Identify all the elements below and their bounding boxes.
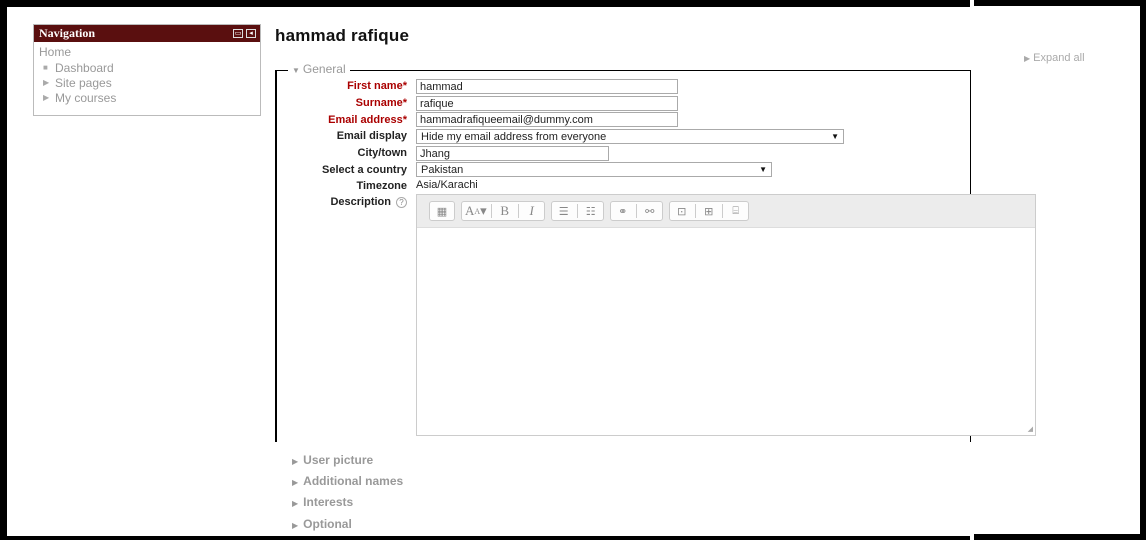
nav-item-label: Site pages xyxy=(55,75,112,90)
country-value: Pakistan xyxy=(421,163,464,176)
section-user-picture[interactable]: ▶ User picture xyxy=(292,453,373,467)
navigation-header: Navigation ▭ ◂ xyxy=(34,25,260,42)
surname-field[interactable] xyxy=(416,96,678,111)
required-icon: * xyxy=(402,114,407,126)
expand-arrow-icon: ▶ xyxy=(292,478,299,487)
toolbar-separator xyxy=(576,204,578,218)
expand-arrow-icon: ▶ xyxy=(292,521,299,530)
description-editor: ▦ A A ▾ B I ☰ ☷ ⚭ ⚯ ⊡ ⊞ ⌸ ◢ xyxy=(416,194,1036,436)
ordered-list-icon[interactable]: ☷ xyxy=(582,203,600,219)
expand-arrow-icon: ▶ xyxy=(43,78,50,87)
country-label: Select a country xyxy=(322,164,407,176)
email-display-value: Hide my email address from everyone xyxy=(421,130,607,143)
section-optional[interactable]: ▶ Optional xyxy=(292,517,352,531)
toolbar-group: A A ▾ B I xyxy=(461,201,545,221)
country-select[interactable]: Pakistan ▼ xyxy=(416,162,772,177)
section-label: Interests xyxy=(303,495,354,509)
toolbar-separator xyxy=(721,204,723,218)
email-field[interactable] xyxy=(416,112,678,127)
required-icon: * xyxy=(402,97,407,109)
required-icon: * xyxy=(402,80,407,92)
email-display-label: Email display xyxy=(336,130,407,142)
first-name-label: First name* xyxy=(347,80,407,92)
image-icon[interactable]: ⊡ xyxy=(673,203,691,219)
section-label: Additional names xyxy=(303,474,404,488)
media-icon[interactable]: ⊞ xyxy=(700,203,718,219)
nav-item-my-courses[interactable]: ▶ My courses xyxy=(39,90,255,105)
nav-home-link[interactable]: Home xyxy=(39,45,255,59)
square-bullet-icon: ■ xyxy=(43,63,48,72)
section-interests[interactable]: ▶ Interests xyxy=(292,495,353,509)
dock-icon[interactable]: ▭ xyxy=(233,29,243,38)
collapse-icon[interactable]: ◂ xyxy=(246,29,256,38)
toolbar-separator xyxy=(635,204,637,218)
expand-arrow-icon: ▶ xyxy=(1024,54,1031,63)
email-label: Email address* xyxy=(328,114,407,126)
toolbar-group: ⊡ ⊞ ⌸ xyxy=(668,201,749,221)
help-icon[interactable]: ? xyxy=(396,196,407,208)
frame-edge xyxy=(1140,0,1146,540)
paragraph-styles-icon[interactable]: A A ▾ xyxy=(465,203,487,219)
section-label: User picture xyxy=(303,453,374,467)
description-label: Description? xyxy=(330,196,407,208)
city-field[interactable] xyxy=(416,146,609,161)
expand-all-label: Expand all xyxy=(1033,52,1085,64)
navigation-tree: Home ■ Dashboard ▶ Site pages ▶ My cours… xyxy=(34,42,260,108)
surname-label: Surname* xyxy=(355,97,407,109)
frame-edge xyxy=(0,0,7,540)
toolbar-separator xyxy=(517,204,519,218)
navigation-controls: ▭ ◂ xyxy=(233,29,256,38)
show-more-buttons-icon[interactable]: ▦ xyxy=(433,203,451,219)
nav-item-label: My courses xyxy=(55,90,117,105)
timezone-value: Asia/Karachi xyxy=(416,179,478,191)
frame-edge xyxy=(0,0,970,7)
section-label: Optional xyxy=(303,517,352,531)
link-icon[interactable]: ⚭ xyxy=(614,203,632,219)
dropdown-arrow-icon: ▼ xyxy=(831,132,839,141)
general-legend-label: General xyxy=(302,62,346,76)
timezone-label: Timezone xyxy=(356,180,407,192)
email-display-select[interactable]: Hide my email address from everyone ▼ xyxy=(416,129,844,144)
unordered-list-icon[interactable]: ☰ xyxy=(555,203,573,219)
expand-arrow-icon: ▶ xyxy=(292,499,299,508)
general-legend[interactable]: ▼ General xyxy=(288,62,350,76)
expand-arrow-icon: ▶ xyxy=(43,93,50,102)
collapse-arrow-icon: ▼ xyxy=(292,66,300,75)
bold-icon[interactable]: B xyxy=(496,203,514,219)
expand-all-link[interactable]: ▶ Expand all xyxy=(1024,52,1085,64)
manage-files-icon[interactable]: ⌸ xyxy=(727,203,745,219)
editor-toolbar: ▦ A A ▾ B I ☰ ☷ ⚭ ⚯ ⊡ ⊞ ⌸ xyxy=(417,195,1035,228)
section-additional-names[interactable]: ▶ Additional names xyxy=(292,474,403,488)
frame-edge xyxy=(974,0,1146,6)
italic-icon[interactable]: I xyxy=(523,203,541,219)
toolbar-separator xyxy=(694,204,696,218)
nav-item-site-pages[interactable]: ▶ Site pages xyxy=(39,75,255,90)
nav-item-dashboard[interactable]: ■ Dashboard xyxy=(39,60,255,75)
resize-handle-icon[interactable]: ◢ xyxy=(1028,425,1033,433)
dropdown-arrow-icon: ▼ xyxy=(759,165,767,174)
toolbar-group: ⚭ ⚯ xyxy=(609,201,663,221)
navigation-title: Navigation xyxy=(39,26,96,40)
toolbar-separator xyxy=(490,204,492,218)
toolbar-group: ☰ ☷ xyxy=(550,201,604,221)
expand-arrow-icon: ▶ xyxy=(292,457,299,466)
navigation-block: Navigation ▭ ◂ Home ■ Dashboard ▶ Site p… xyxy=(33,24,261,116)
nav-item-label: Dashboard xyxy=(55,60,114,75)
unlink-icon[interactable]: ⚯ xyxy=(641,203,659,219)
first-name-field[interactable] xyxy=(416,79,678,94)
city-label: City/town xyxy=(357,147,408,159)
frame-edge xyxy=(0,536,970,540)
toolbar-group: ▦ xyxy=(429,201,455,221)
frame-edge xyxy=(974,534,1146,540)
page-title: hammad rafique xyxy=(275,26,410,45)
